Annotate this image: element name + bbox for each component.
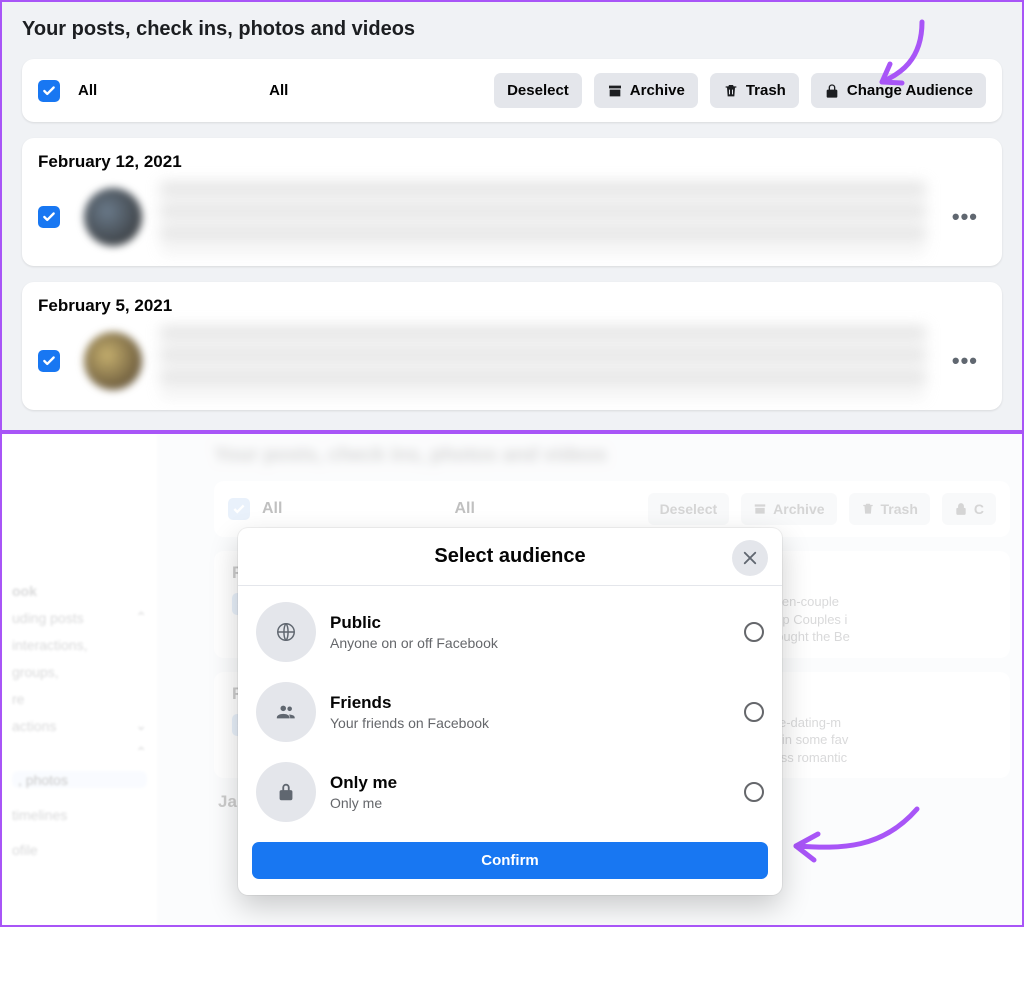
date-title: February 5, 2021 bbox=[38, 296, 986, 316]
lock-icon bbox=[256, 762, 316, 822]
post-row: ••• bbox=[38, 182, 986, 252]
option-title: Public bbox=[330, 613, 744, 633]
date-group: February 12, 2021 ••• bbox=[22, 138, 1002, 266]
modal-options: Public Anyone on or off Facebook Friends… bbox=[238, 586, 782, 838]
check-icon bbox=[42, 354, 56, 368]
checkbox-post[interactable] bbox=[38, 206, 60, 228]
deselect-label: Deselect bbox=[507, 82, 569, 99]
trash-label: Trash bbox=[746, 82, 786, 99]
modal-header: Select audience bbox=[238, 528, 782, 586]
modal-title: Select audience bbox=[238, 545, 782, 568]
option-subtitle: Anyone on or off Facebook bbox=[330, 635, 744, 651]
radio-button[interactable] bbox=[744, 702, 764, 722]
all-label: All bbox=[78, 82, 97, 99]
date-group: February 5, 2021 ••• bbox=[22, 282, 1002, 410]
select-audience-modal: Select audience Public Anyone on or off … bbox=[238, 528, 782, 895]
checkbox-all[interactable] bbox=[38, 80, 60, 102]
option-subtitle: Only me bbox=[330, 795, 744, 811]
post-avatar bbox=[84, 188, 142, 246]
audience-option-friends[interactable]: Friends Your friends on Facebook bbox=[250, 672, 770, 752]
trash-icon bbox=[723, 83, 739, 99]
radio-button[interactable] bbox=[744, 782, 764, 802]
archive-button[interactable]: Archive bbox=[594, 73, 698, 108]
post-row: ••• bbox=[38, 326, 986, 396]
archive-icon bbox=[607, 83, 623, 99]
audience-option-public[interactable]: Public Anyone on or off Facebook bbox=[250, 592, 770, 672]
friends-icon bbox=[256, 682, 316, 742]
annotation-arrow bbox=[782, 804, 932, 879]
annotation-arrow bbox=[852, 14, 942, 109]
post-menu-button[interactable]: ••• bbox=[944, 204, 986, 230]
lock-icon bbox=[824, 83, 840, 99]
check-icon bbox=[42, 210, 56, 224]
filter-dropdown[interactable]: All bbox=[269, 82, 288, 99]
post-content-blur bbox=[160, 326, 926, 396]
close-icon bbox=[741, 549, 759, 567]
confirm-button[interactable]: Confirm bbox=[252, 842, 768, 879]
radio-button[interactable] bbox=[744, 622, 764, 642]
post-menu-button[interactable]: ••• bbox=[944, 348, 986, 374]
toolbar: All All Deselect Archive Trash Change Au… bbox=[38, 73, 986, 108]
arrow-icon bbox=[852, 14, 942, 104]
checkbox-post[interactable] bbox=[38, 350, 60, 372]
bottom-panel: ook uding posts⌃ interactions, groups, r… bbox=[0, 432, 1024, 927]
archive-label: Archive bbox=[630, 82, 685, 99]
option-title: Only me bbox=[330, 773, 744, 793]
close-button[interactable] bbox=[732, 540, 768, 576]
audience-option-only-me[interactable]: Only me Only me bbox=[250, 752, 770, 832]
top-panel: Your posts, check ins, photos and videos… bbox=[0, 0, 1024, 432]
post-content-blur bbox=[160, 182, 926, 252]
deselect-button[interactable]: Deselect bbox=[494, 73, 582, 108]
date-title: February 12, 2021 bbox=[38, 152, 986, 172]
check-icon bbox=[42, 84, 56, 98]
option-title: Friends bbox=[330, 693, 744, 713]
arrow-icon bbox=[782, 804, 932, 874]
option-subtitle: Your friends on Facebook bbox=[330, 715, 744, 731]
post-avatar bbox=[84, 332, 142, 390]
trash-button[interactable]: Trash bbox=[710, 73, 799, 108]
globe-icon bbox=[256, 602, 316, 662]
